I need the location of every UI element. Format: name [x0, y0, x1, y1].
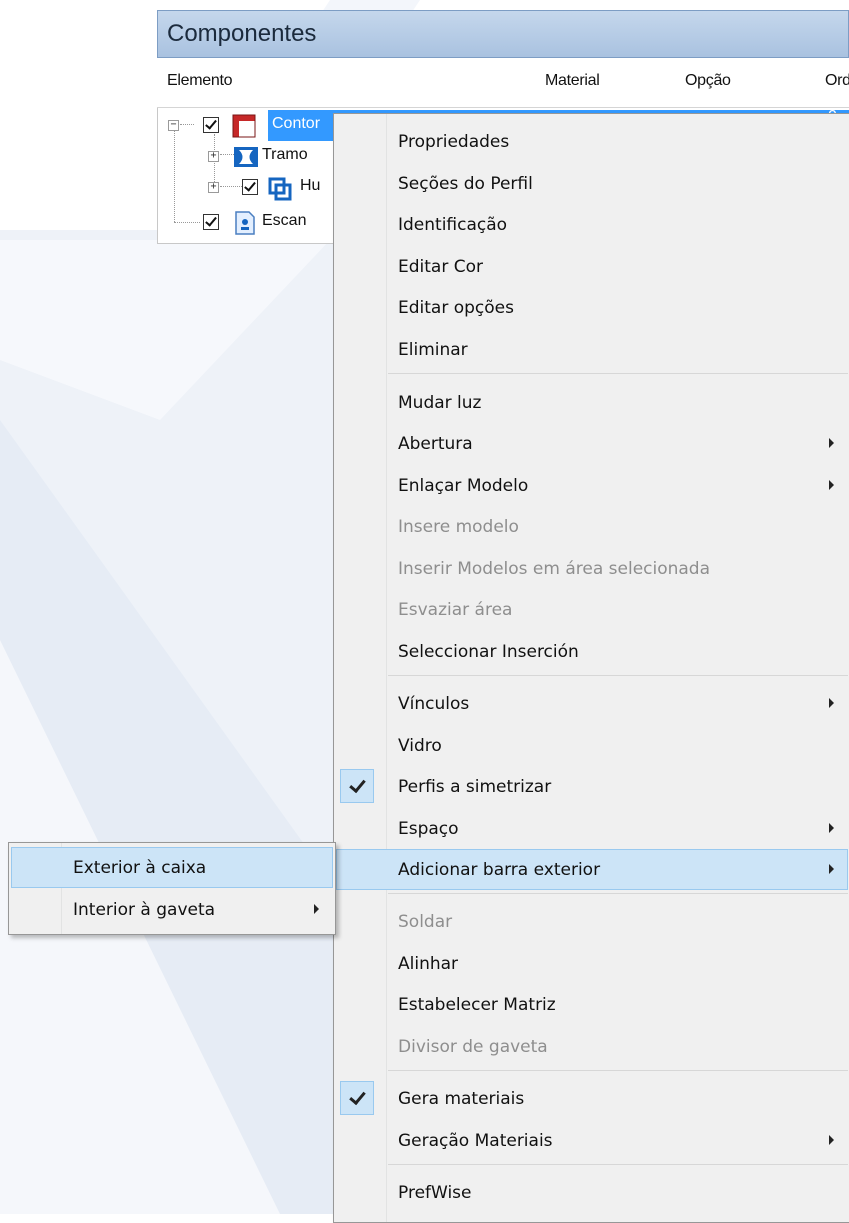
- expand-icon[interactable]: +: [208, 182, 219, 193]
- menu-item-gera-materiais[interactable]: Gera materiais: [336, 1078, 848, 1119]
- collapse-icon[interactable]: −: [168, 120, 179, 131]
- menu-item-soldar: Soldar: [336, 901, 848, 942]
- menu-item-label: Seleccionar Inserción: [398, 642, 579, 662]
- menu-item-label: Espaço: [398, 819, 459, 839]
- menu-item-label: Editar opções: [398, 298, 514, 318]
- menu-item-label: Insere modelo: [398, 517, 519, 537]
- menu-item-editar-cor[interactable]: Editar Cor: [336, 246, 848, 287]
- menu-item-exterior-caixa[interactable]: Exterior à caixa: [11, 847, 333, 888]
- tramo-icon: [234, 147, 258, 167]
- menu-item-estabelecer-matriz[interactable]: Estabelecer Matriz: [336, 984, 848, 1025]
- tree-label: Escan: [262, 212, 307, 229]
- menu-item-enlacar-modelo[interactable]: Enlaçar Modelo: [336, 465, 848, 506]
- hollow-icon: [268, 177, 292, 201]
- column-header-elemento[interactable]: Elemento: [167, 72, 233, 90]
- menu-item-label: Perfis a simetrizar: [398, 777, 552, 797]
- menu-item-label: Estabelecer Matriz: [398, 995, 556, 1015]
- menu-item-label: Propriedades: [398, 132, 510, 152]
- menu-item-label: Enlaçar Modelo: [398, 476, 529, 496]
- checkmark-icon: [340, 769, 374, 803]
- menu-item-prefwise[interactable]: PrefWise: [336, 1172, 848, 1213]
- submenu-arrow-icon: [829, 1135, 834, 1145]
- submenu-arrow-icon: [829, 480, 834, 490]
- escandallo-icon: [235, 211, 255, 235]
- tree-label: Tramo: [262, 146, 308, 163]
- expand-icon[interactable]: +: [208, 151, 219, 162]
- menu-item-propriedades[interactable]: Propriedades: [336, 121, 848, 162]
- menu-separator: [388, 675, 848, 676]
- menu-item-label: Editar Cor: [398, 257, 483, 277]
- menu-item-alinhar[interactable]: Alinhar: [336, 943, 848, 984]
- column-header-opcao[interactable]: Opção: [685, 72, 731, 90]
- submenu-arrow-icon: [314, 904, 319, 914]
- column-header-row: Elemento Material Opção Ord: [157, 58, 849, 108]
- menu-item-label: Vidro: [398, 736, 442, 756]
- tree-label: Hu: [300, 177, 321, 194]
- menu-item-mudar-luz[interactable]: Mudar luz: [336, 382, 848, 423]
- menu-item-label: Inserir Modelos em área selecionada: [398, 559, 711, 579]
- submenu-arrow-icon: [829, 864, 834, 874]
- submenu-arrow-icon: [829, 823, 834, 833]
- column-header-ordem[interactable]: Ord: [825, 72, 849, 90]
- menu-item-seleccionar-insercion[interactable]: Seleccionar Inserción: [336, 631, 848, 672]
- menu-item-label: Identificação: [398, 215, 508, 235]
- submenu-arrow-icon: [829, 698, 834, 708]
- menu-item-label: PrefWise: [398, 1183, 472, 1203]
- menu-item-label: Seções do Perfil: [398, 174, 533, 194]
- menu-item-label: Alinhar: [398, 954, 459, 974]
- menu-item-label: Esvaziar área: [398, 600, 513, 620]
- menu-item-espaco[interactable]: Espaço: [336, 808, 848, 849]
- menu-item-label: Gera materiais: [398, 1089, 525, 1109]
- menu-item-vinculos[interactable]: Vínculos: [336, 683, 848, 724]
- menu-separator: [388, 1070, 848, 1071]
- menu-separator: [388, 1164, 848, 1165]
- panel-title: Componentes: [157, 10, 849, 58]
- menu-item-label: Eliminar: [398, 340, 468, 360]
- column-header-material[interactable]: Material: [545, 72, 600, 90]
- menu-separator: [388, 373, 848, 374]
- checkmark-icon: [340, 1081, 374, 1115]
- menu-item-label: Interior à gaveta: [73, 900, 216, 920]
- submenu-arrow-icon: [829, 438, 834, 448]
- submenu-adicionar-barra: Exterior à caixa Interior à gaveta: [8, 842, 336, 935]
- menu-item-label: Vínculos: [398, 694, 470, 714]
- menu-item-esvaziar-area: Esvaziar área: [336, 589, 848, 630]
- menu-item-label: Divisor de gaveta: [398, 1037, 548, 1057]
- menu-item-label: Soldar: [398, 912, 453, 932]
- menu-item-label: Mudar luz: [398, 393, 482, 413]
- menu-item-abertura[interactable]: Abertura: [336, 423, 848, 464]
- menu-item-divisor-gaveta: Divisor de gaveta: [336, 1026, 848, 1067]
- profile-frame-icon: [232, 114, 256, 138]
- menu-item-secoes-perfil[interactable]: Seções do Perfil: [336, 163, 848, 204]
- tree-checkbox[interactable]: [203, 117, 219, 133]
- context-menu: Propriedades Seções do Perfil Identifica…: [333, 113, 849, 1223]
- menu-item-label: Geração Materiais: [398, 1131, 553, 1151]
- menu-item-eliminar[interactable]: Eliminar: [336, 329, 848, 370]
- menu-item-label: Adicionar barra exterior: [398, 860, 601, 880]
- tree-label: Contor: [272, 115, 321, 132]
- menu-item-label: Abertura: [398, 434, 473, 454]
- menu-item-inserir-modelos-area: Inserir Modelos em área selecionada: [336, 548, 848, 589]
- menu-item-identificacao[interactable]: Identificação: [336, 204, 848, 245]
- tree-checkbox[interactable]: [203, 214, 219, 230]
- menu-separator: [388, 893, 848, 894]
- menu-item-insere-modelo: Insere modelo: [336, 506, 848, 547]
- menu-item-label: Exterior à caixa: [73, 858, 207, 878]
- menu-item-vidro[interactable]: Vidro: [336, 725, 848, 766]
- menu-item-perfis-simetrizar[interactable]: Perfis a simetrizar: [336, 766, 848, 807]
- menu-item-adicionar-barra-exterior[interactable]: Adicionar barra exterior: [336, 849, 848, 890]
- menu-item-editar-opcoes[interactable]: Editar opções: [336, 287, 848, 328]
- tree-checkbox[interactable]: [242, 179, 258, 195]
- menu-item-interior-gaveta[interactable]: Interior à gaveta: [11, 889, 333, 930]
- menu-item-geracao-materiais[interactable]: Geração Materiais: [336, 1120, 848, 1161]
